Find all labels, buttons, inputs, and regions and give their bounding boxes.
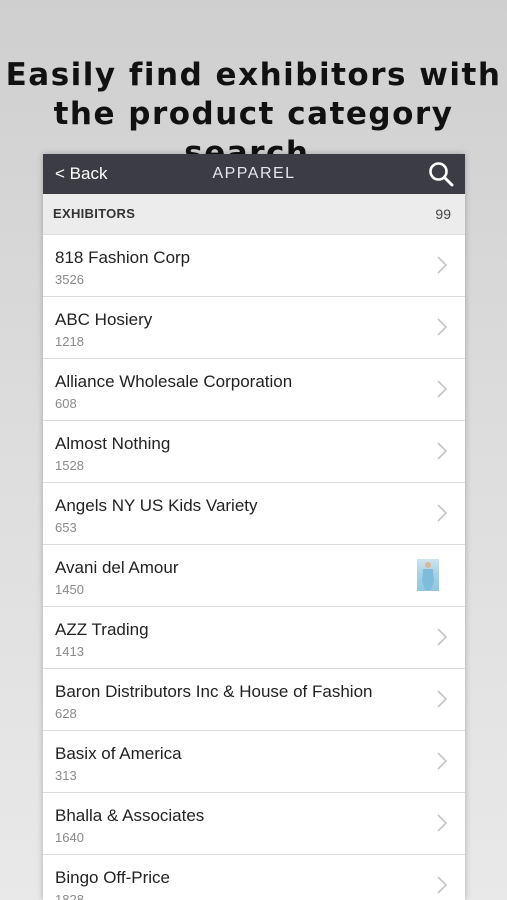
list-item[interactable]: Baron Distributors Inc & House of Fashio… (43, 669, 465, 731)
list-item[interactable]: Alliance Wholesale Corporation 608 (43, 359, 465, 421)
booth-number: 1413 (55, 644, 84, 659)
exhibitor-name: Bhalla & Associates (55, 806, 205, 825)
section-count: 99 (435, 206, 451, 222)
exhibitor-name: Alliance Wholesale Corporation (55, 372, 293, 391)
list-item[interactable]: Almost Nothing 1528 (43, 421, 465, 483)
booth-number: 1640 (55, 830, 84, 845)
chevron-right-icon (437, 628, 447, 646)
chevron-right-icon (437, 442, 447, 460)
exhibitor-thumbnail (417, 559, 439, 591)
exhibitor-name: Almost Nothing (55, 434, 171, 453)
chevron-right-icon (437, 690, 447, 708)
exhibitor-name: AZZ Trading (55, 620, 149, 639)
booth-number: 1450 (55, 582, 84, 597)
chevron-right-icon (437, 752, 447, 770)
booth-number: 3526 (55, 272, 84, 287)
chevron-right-icon (437, 256, 447, 274)
list-item[interactable]: Bhalla & Associates 1640 (43, 793, 465, 855)
exhibitor-name: Avani del Amour (55, 558, 179, 577)
booth-number: 628 (55, 706, 77, 721)
search-button[interactable] (427, 160, 455, 188)
booth-number: 1218 (55, 334, 84, 349)
booth-number: 1828 (55, 892, 84, 900)
chevron-right-icon (437, 876, 447, 894)
headline-line-1: Easily find exhibitors with (5, 57, 502, 93)
list-item[interactable]: ABC Hosiery 1218 (43, 297, 465, 359)
section-label: EXHIBITORS (53, 206, 136, 221)
app-screen: < Back APPAREL EXHIBITORS 99 818 Fashion… (43, 154, 465, 900)
list-item[interactable]: 818 Fashion Corp 3526 (43, 235, 465, 297)
chevron-right-icon (437, 380, 447, 398)
nav-title: APPAREL (212, 165, 296, 182)
list-item[interactable]: AZZ Trading 1413 (43, 607, 465, 669)
exhibitor-name: 818 Fashion Corp (55, 248, 191, 267)
nav-bar: < Back APPAREL (43, 154, 465, 194)
section-header: EXHIBITORS 99 (43, 194, 465, 235)
chevron-right-icon (437, 814, 447, 832)
exhibitor-name: Baron Distributors Inc & House of Fashio… (55, 682, 373, 701)
exhibitor-list: 818 Fashion Corp 3526 ABC Hosiery 1218 A… (43, 235, 465, 900)
exhibitor-name: Basix of America (55, 744, 182, 763)
chevron-right-icon (437, 504, 447, 522)
exhibitor-name: Angels NY US Kids Variety (55, 496, 258, 515)
booth-number: 313 (55, 768, 77, 783)
search-icon (429, 162, 454, 187)
exhibitor-name: Bingo Off-Price (55, 868, 170, 887)
booth-number: 1528 (55, 458, 84, 473)
list-item[interactable]: Bingo Off-Price 1828 (43, 855, 465, 900)
booth-number: 608 (55, 396, 77, 411)
exhibitor-name: ABC Hosiery (55, 310, 153, 329)
list-item[interactable]: Avani del Amour 1450 (43, 545, 465, 607)
list-item[interactable]: Angels NY US Kids Variety 653 (43, 483, 465, 545)
booth-number: 653 (55, 520, 77, 535)
chevron-right-icon (437, 318, 447, 336)
list-item[interactable]: Basix of America 313 (43, 731, 465, 793)
